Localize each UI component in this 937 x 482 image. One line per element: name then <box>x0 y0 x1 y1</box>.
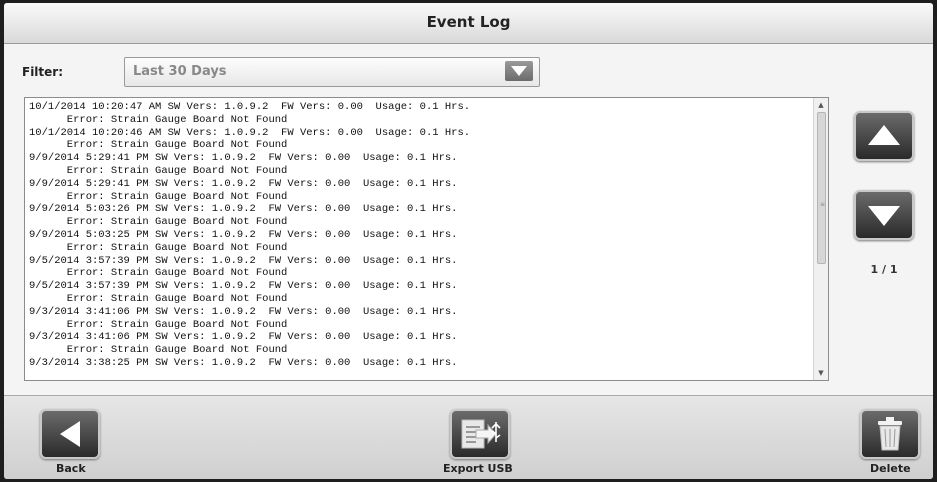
log-line: 10/1/2014 10:20:47 AM SW Vers: 1.0.9.2 F… <box>29 101 471 113</box>
log-scrollbar[interactable]: ▲ ≡ ▼ <box>813 98 828 380</box>
delete-button[interactable] <box>860 409 920 459</box>
trash-icon <box>878 417 902 451</box>
page-title: Event Log <box>426 13 511 31</box>
grip-icon: ≡ <box>820 201 826 208</box>
log-line: Error: Strain Gauge Board Not Found <box>29 241 288 254</box>
scroll-down-arrow-icon[interactable]: ▼ <box>816 368 826 378</box>
log-line: 9/3/2014 3:38:25 PM SW Vers: 1.0.9.2 FW … <box>29 356 458 369</box>
title-bar: Event Log <box>4 3 933 44</box>
log-line: 9/9/2014 5:03:25 PM SW Vers: 1.0.9.2 FW … <box>29 228 458 241</box>
log-line: Error: Strain Gauge Board Not Found <box>29 139 288 152</box>
page-indicator: 1 / 1 <box>870 263 898 276</box>
filter-label: Filter: <box>22 65 64 79</box>
triangle-down-icon <box>868 206 900 226</box>
scrollbar-thumb[interactable]: ≡ <box>817 112 826 264</box>
page-down-button[interactable] <box>854 190 914 240</box>
log-lines: 10/1/2014 10:20:47 AM SW Vers: 1.0.9.2 F… <box>29 101 470 370</box>
log-line: Error: Strain Gauge Board Not Found <box>29 190 288 203</box>
log-line: Error: Strain Gauge Board Not Found <box>29 318 288 331</box>
log-line: 9/5/2014 3:57:39 PM SW Vers: 1.0.9.2 FW … <box>29 254 458 267</box>
log-line: 10/1/2014 10:20:46 AM SW Vers: 1.0.9.2 F… <box>29 126 471 139</box>
filter-dropdown[interactable]: Last 30 Days <box>124 57 540 87</box>
log-line: Error: Strain Gauge Board Not Found <box>29 292 288 305</box>
triangle-up-icon <box>868 125 900 145</box>
export-usb-button[interactable] <box>450 409 510 459</box>
event-log-list[interactable]: 10/1/2014 10:20:47 AM SW Vers: 1.0.9.2 F… <box>24 97 829 381</box>
back-label: Back <box>56 462 86 475</box>
dropdown-button[interactable] <box>505 61 533 81</box>
back-button[interactable] <box>40 409 100 459</box>
delete-label: Delete <box>870 462 911 475</box>
log-line: 9/3/2014 3:41:06 PM SW Vers: 1.0.9.2 FW … <box>29 331 458 344</box>
chevron-down-icon <box>511 66 527 76</box>
page-up-button[interactable] <box>854 111 914 161</box>
log-line: Error: Strain Gauge Board Not Found <box>29 267 288 280</box>
log-line: 9/9/2014 5:03:26 PM SW Vers: 1.0.9.2 FW … <box>29 203 458 216</box>
filter-selected-value: Last 30 Days <box>133 64 227 79</box>
usb-export-icon <box>461 419 501 449</box>
log-line: Error: Strain Gauge Board Not Found <box>29 164 288 177</box>
log-line: 9/9/2014 5:29:41 PM SW Vers: 1.0.9.2 FW … <box>29 152 458 165</box>
event-log-screen: Event Log Filter: Last 30 Days 10/1/2014… <box>4 3 933 479</box>
export-usb-label: Export USB <box>443 462 513 475</box>
log-line: Error: Strain Gauge Board Not Found <box>29 113 288 126</box>
log-line: Error: Strain Gauge Board Not Found <box>29 344 288 357</box>
log-line: Error: Strain Gauge Board Not Found <box>29 216 288 229</box>
log-line: 9/3/2014 3:41:06 PM SW Vers: 1.0.9.2 FW … <box>29 305 458 318</box>
triangle-left-icon <box>60 421 80 447</box>
log-line: 9/9/2014 5:29:41 PM SW Vers: 1.0.9.2 FW … <box>29 177 458 190</box>
log-line: 9/5/2014 3:57:39 PM SW Vers: 1.0.9.2 FW … <box>29 280 458 293</box>
scroll-up-arrow-icon[interactable]: ▲ <box>816 100 826 110</box>
